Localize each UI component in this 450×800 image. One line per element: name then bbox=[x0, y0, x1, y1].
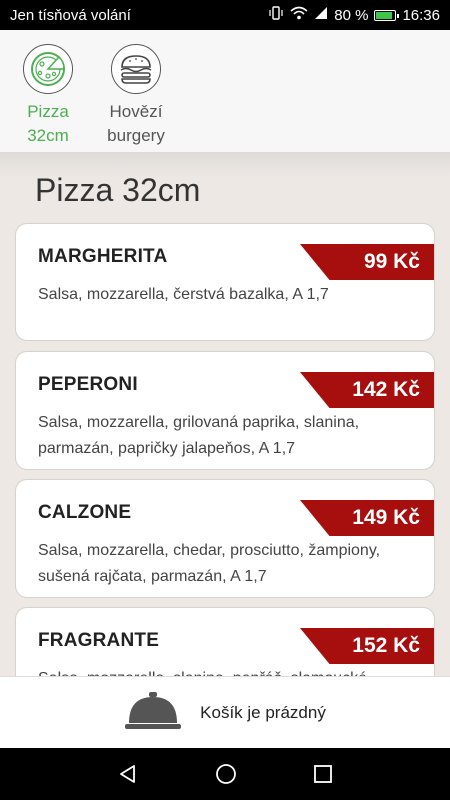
price-label: 142 Kč bbox=[352, 378, 420, 401]
price-label: 149 Kč bbox=[352, 506, 420, 529]
menu-item-card[interactable]: MARGHERITA 99 Kč Salsa, mozzarella, čers… bbox=[15, 223, 435, 341]
menu-item-card[interactable]: PEPERONI 142 Kč Salsa, mozzarella, grilo… bbox=[15, 351, 435, 470]
home-button[interactable] bbox=[214, 762, 238, 786]
status-bar: Jen tísňová volání 80 % 16:36 bbox=[0, 0, 450, 30]
cart-bar[interactable]: Košík je prázdný bbox=[0, 676, 450, 749]
wifi-icon bbox=[290, 6, 308, 24]
clock: 16:36 bbox=[402, 6, 440, 24]
menu-item-name: FRAGRANTE bbox=[38, 630, 160, 651]
battery-text: 80 % bbox=[334, 6, 369, 24]
burger-icon bbox=[111, 44, 161, 94]
category-label-line1: Pizza bbox=[27, 102, 69, 121]
category-burger[interactable]: Hovězí burgery bbox=[93, 44, 179, 148]
menu-item-name: PEPERONI bbox=[38, 374, 138, 395]
menu-item-description: Salsa, mozzarella, chedar, prosciutto, ž… bbox=[38, 542, 381, 585]
menu-item-description: Salsa, mozzarella, grilovaná paprika, sl… bbox=[38, 414, 360, 457]
price-tag: 99 Kč bbox=[300, 244, 434, 280]
price-tag: 142 Kč bbox=[300, 372, 434, 408]
back-button[interactable] bbox=[117, 763, 139, 785]
price-label: 99 Kč bbox=[363, 250, 420, 273]
recents-button[interactable] bbox=[313, 764, 333, 784]
pizza-icon bbox=[23, 44, 73, 94]
category-label-line2: burgery bbox=[107, 126, 165, 145]
cloche-icon bbox=[124, 689, 182, 738]
system-nav-bar bbox=[0, 748, 450, 800]
status-icons: 80 % 16:36 bbox=[268, 6, 440, 24]
category-bar: Pizza 32cm Hovězí burgery bbox=[0, 30, 450, 152]
category-pizza[interactable]: Pizza 32cm bbox=[5, 44, 91, 148]
price-tag: 149 Kč bbox=[300, 500, 434, 536]
signal-icon bbox=[314, 6, 328, 24]
menu-item-card[interactable]: CALZONE 149 Kč Salsa, mozzarella, chedar… bbox=[15, 479, 435, 598]
price-tag: 152 Kč bbox=[300, 628, 434, 664]
menu-item-name: MARGHERITA bbox=[38, 246, 168, 267]
battery-icon bbox=[374, 9, 400, 21]
menu-item-name: CALZONE bbox=[38, 502, 132, 523]
page-title: Pizza 32cm bbox=[35, 172, 201, 208]
vibrate-icon bbox=[268, 6, 284, 24]
category-label-line2: 32cm bbox=[27, 126, 69, 145]
carrier-text: Jen tísňová volání bbox=[10, 6, 131, 24]
category-label-line1: Hovězí bbox=[109, 102, 163, 121]
cart-status-text: Košík je prázdný bbox=[200, 703, 326, 722]
menu-item-description: Salsa, mozzarella, čerstvá bazalka, A 1,… bbox=[38, 286, 329, 303]
price-label: 152 Kč bbox=[352, 634, 420, 657]
